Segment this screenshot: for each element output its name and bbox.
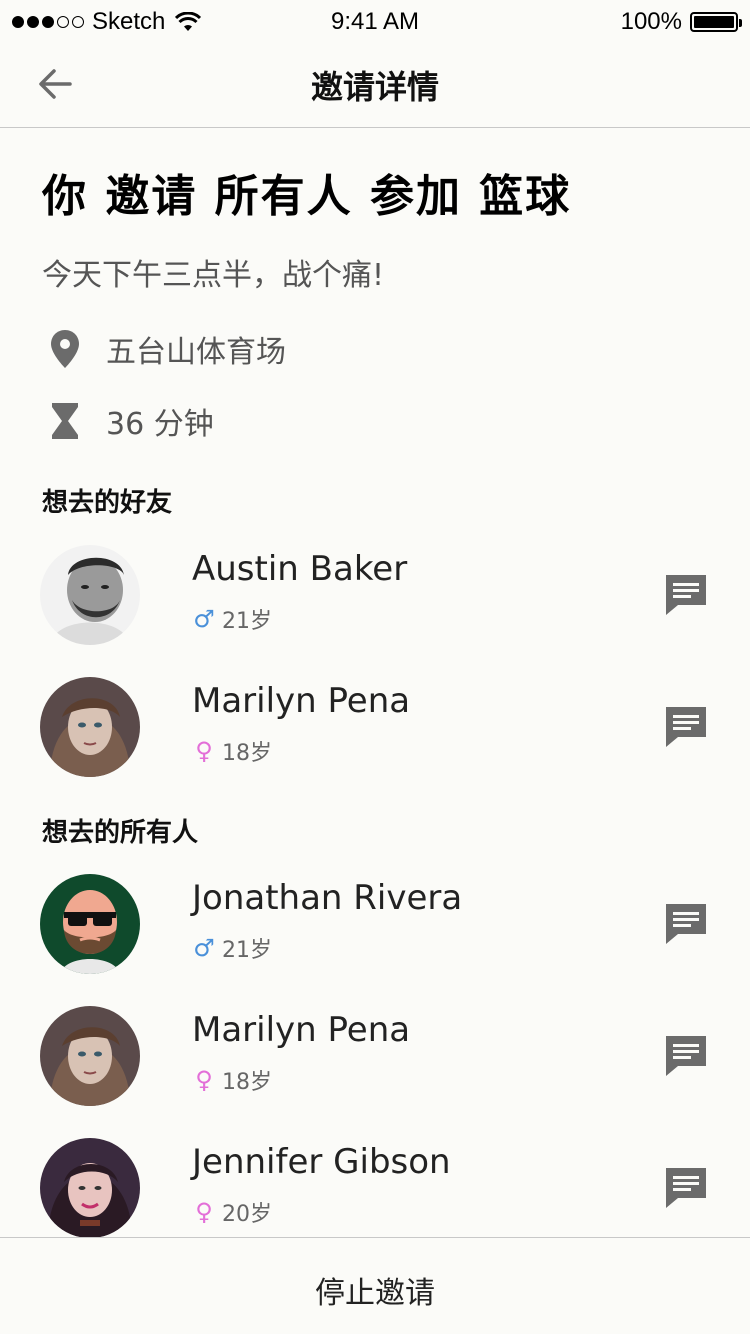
event-description: 今天下午三点半，战个痛! — [42, 258, 385, 293]
person-name: Marilyn Pena — [192, 1010, 411, 1050]
person-name: Marilyn Pena — [192, 681, 411, 721]
list-item[interactable]: Jennifer Gibson ♀ 20岁 — [0, 1138, 750, 1248]
list-item[interactable]: Jonathan Rivera ♂ 21岁 — [0, 874, 750, 984]
battery-icon — [690, 12, 742, 32]
male-icon: ♂ — [193, 934, 215, 962]
list-item[interactable]: Marilyn Pena ♀ 18岁 — [0, 677, 750, 787]
status-bar: Sketch 9:41 AM 100% — [0, 0, 750, 40]
person-meta: ♂ 21岁 — [192, 932, 272, 964]
person-name: Austin Baker — [192, 549, 408, 589]
person-age: 18岁 — [222, 741, 272, 766]
location-row: 五台山体育场 — [42, 326, 286, 372]
person-meta: ♂ 21岁 — [192, 603, 272, 635]
bottom-bar: 停止邀请 — [0, 1237, 750, 1334]
person-age: 21岁 — [222, 938, 272, 963]
avatar — [40, 1138, 140, 1238]
person-meta: ♀ 18岁 — [192, 1064, 272, 1096]
female-icon: ♀ — [195, 1198, 213, 1226]
chat-icon[interactable] — [664, 705, 708, 749]
female-icon: ♀ — [195, 737, 213, 765]
chat-icon[interactable] — [664, 1034, 708, 1078]
female-icon: ♀ — [195, 1066, 213, 1094]
screen: Sketch 9:41 AM 100% 邀请详情 你 邀请 所有人 参加 篮球 … — [0, 0, 750, 1334]
location-text: 五台山体育场 — [106, 335, 286, 370]
avatar — [40, 545, 140, 645]
avatar — [40, 1006, 140, 1106]
list-item[interactable]: Marilyn Pena ♀ 18岁 — [0, 1006, 750, 1116]
nav-bar: 邀请详情 — [0, 40, 750, 128]
chat-icon[interactable] — [664, 1166, 708, 1210]
avatar — [40, 874, 140, 974]
person-name: Jennifer Gibson — [192, 1142, 451, 1182]
status-right: 100% — [620, 8, 742, 36]
hourglass-icon — [42, 398, 88, 444]
person-age: 21岁 — [222, 609, 272, 634]
location-pin-icon — [42, 326, 88, 372]
person-age: 18岁 — [222, 1070, 272, 1095]
stop-invite-button[interactable]: 停止邀请 — [0, 1268, 750, 1312]
battery-percent: 100% — [620, 8, 682, 35]
person-meta: ♀ 18岁 — [192, 735, 272, 767]
avatar — [40, 677, 140, 777]
person-age: 20岁 — [222, 1202, 272, 1227]
duration-row: 36 分钟 — [42, 398, 214, 444]
event-title: 你 邀请 所有人 参加 篮球 — [42, 171, 572, 222]
male-icon: ♂ — [193, 605, 215, 633]
person-name: Jonathan Rivera — [192, 878, 463, 918]
chat-icon[interactable] — [664, 902, 708, 946]
person-meta: ♀ 20岁 — [192, 1196, 272, 1228]
list-item[interactable]: Austin Baker ♂ 21岁 — [0, 545, 750, 655]
page-title: 邀请详情 — [310, 68, 439, 106]
duration-text: 36 分钟 — [106, 407, 214, 442]
everyone-section-header: 想去的所有人 — [42, 818, 199, 848]
friends-section-header: 想去的好友 — [42, 488, 173, 518]
chat-icon[interactable] — [664, 573, 708, 617]
